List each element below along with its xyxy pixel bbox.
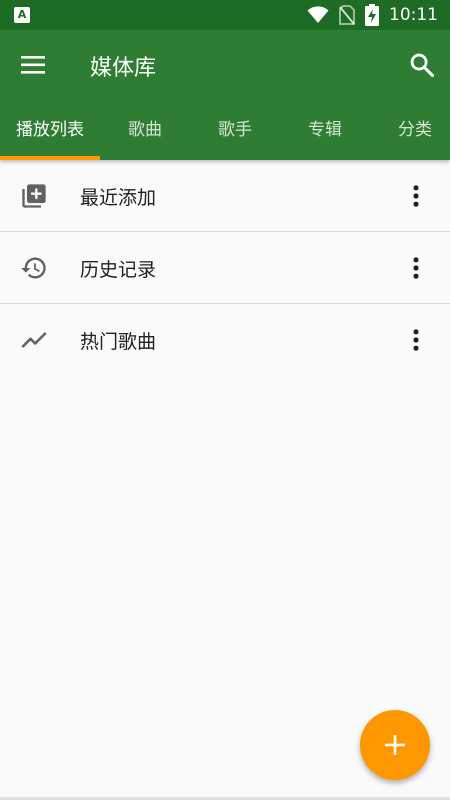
list-item-label: 最近添加 (80, 187, 157, 209)
search-icon (410, 53, 435, 78)
history-icon (21, 257, 46, 279)
trending-icon (21, 332, 47, 348)
add-playlist-button[interactable] (360, 710, 430, 780)
menu-icon (21, 56, 45, 74)
tab-albums[interactable]: 专辑 (280, 100, 370, 160)
status-time: 10:11 (389, 5, 438, 25)
more-vert-icon[interactable] (402, 254, 430, 282)
search-button[interactable] (408, 51, 436, 79)
list-item[interactable]: 历史记录 (0, 232, 450, 304)
list-item-label: 热门歌曲 (80, 331, 157, 353)
status-icons: 10:11 (307, 0, 438, 30)
app-a-icon: A (14, 7, 30, 23)
tab-genres[interactable]: 分类 (370, 100, 450, 160)
menu-button[interactable] (14, 51, 56, 79)
tab-bar: 播放列表 歌曲 歌手 专辑 分类 (0, 100, 450, 160)
list-item-label: 历史记录 (80, 259, 157, 281)
page-title: 媒体库 (90, 56, 157, 81)
tab-songs[interactable]: 歌曲 (100, 100, 190, 160)
list-item[interactable]: 热门歌曲 (0, 304, 450, 376)
plus-icon (385, 735, 405, 755)
playlist-list: 最近添加 历史记录 热门歌曲 (0, 160, 450, 376)
status-bar: A 10:11 (0, 0, 450, 30)
tab-artists[interactable]: 歌手 (190, 100, 280, 160)
tab-playlists[interactable]: 播放列表 (0, 100, 100, 160)
list-item[interactable]: 最近添加 (0, 160, 450, 232)
wifi-icon (307, 6, 329, 23)
more-vert-icon[interactable] (402, 182, 430, 210)
app-bar: 媒体库 (0, 30, 450, 100)
battery-charging-icon (365, 4, 379, 26)
more-vert-icon[interactable] (402, 326, 430, 354)
no-sim-icon (339, 5, 355, 25)
playlist-add-icon (22, 184, 46, 208)
